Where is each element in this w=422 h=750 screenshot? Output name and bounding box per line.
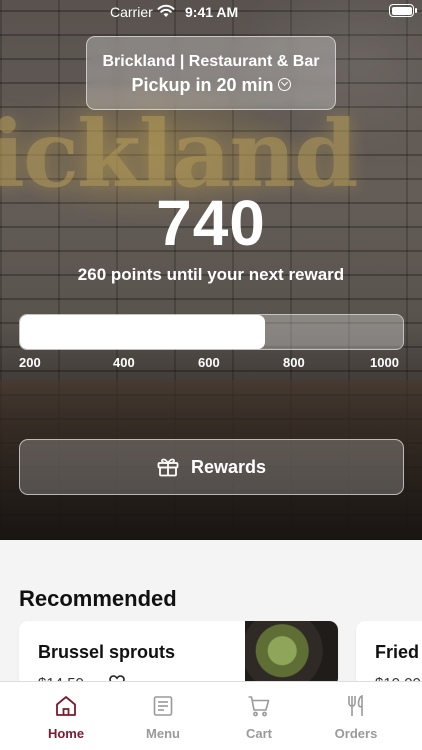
tick-label: 200 <box>19 355 41 370</box>
recommended-heading: Recommended <box>19 586 177 611</box>
wifi-icon <box>157 4 175 17</box>
item-name: Brussel sprouts <box>38 642 176 662</box>
rewards-button-label: Rewards <box>190 456 267 477</box>
rewards-progress-fill <box>20 315 266 349</box>
tick-label: 600 <box>198 355 220 370</box>
rewards-button[interactable]: Rewards <box>19 439 404 495</box>
tab-label: Cart <box>245 726 272 741</box>
tab-label: Orders <box>334 726 378 741</box>
rewards-progress-bar <box>19 314 404 350</box>
orders-icon <box>348 694 363 716</box>
tick-label: 1000 <box>370 355 399 370</box>
menu-icon <box>153 696 173 716</box>
store-name: Brickland | Restaurant & Bar <box>102 53 320 70</box>
points-balance: 740 <box>156 187 266 259</box>
status-time: 9:41 AM <box>185 4 239 20</box>
tab-bar: Home Menu Cart Orders <box>0 681 422 750</box>
tab-home[interactable]: Home <box>18 682 114 750</box>
item-image <box>245 621 338 687</box>
tab-menu[interactable]: Menu <box>115 682 211 750</box>
tick-label: 400 <box>113 355 135 370</box>
tab-label: Menu <box>146 726 180 741</box>
battery-icon <box>389 4 417 17</box>
home-icon <box>56 696 76 716</box>
store-selector[interactable]: Brickland | Restaurant & Bar Pickup in 2… <box>86 36 336 110</box>
tab-orders[interactable]: Orders <box>308 682 404 750</box>
recommended-item-card[interactable]: Fried $10.00 <box>356 621 422 687</box>
gift-icon <box>157 458 179 477</box>
points-message: 260 points until your next reward <box>77 265 345 284</box>
recommended-item-card[interactable]: Brussel sprouts $14.50 <box>19 621 338 687</box>
tab-cart[interactable]: Cart <box>211 682 307 750</box>
tab-label: Home <box>47 726 85 741</box>
pickup-time: Pickup in 20 min <box>87 75 335 96</box>
item-name: Fried <box>375 642 420 662</box>
cart-icon <box>248 696 270 717</box>
status-bar: Carrier 9:41 AM <box>0 0 422 24</box>
chevron-down-icon <box>277 77 291 91</box>
progress-ticks: 200 400 600 800 1000 <box>19 355 404 373</box>
carrier-label: Carrier <box>110 4 153 20</box>
tick-label: 800 <box>283 355 305 370</box>
